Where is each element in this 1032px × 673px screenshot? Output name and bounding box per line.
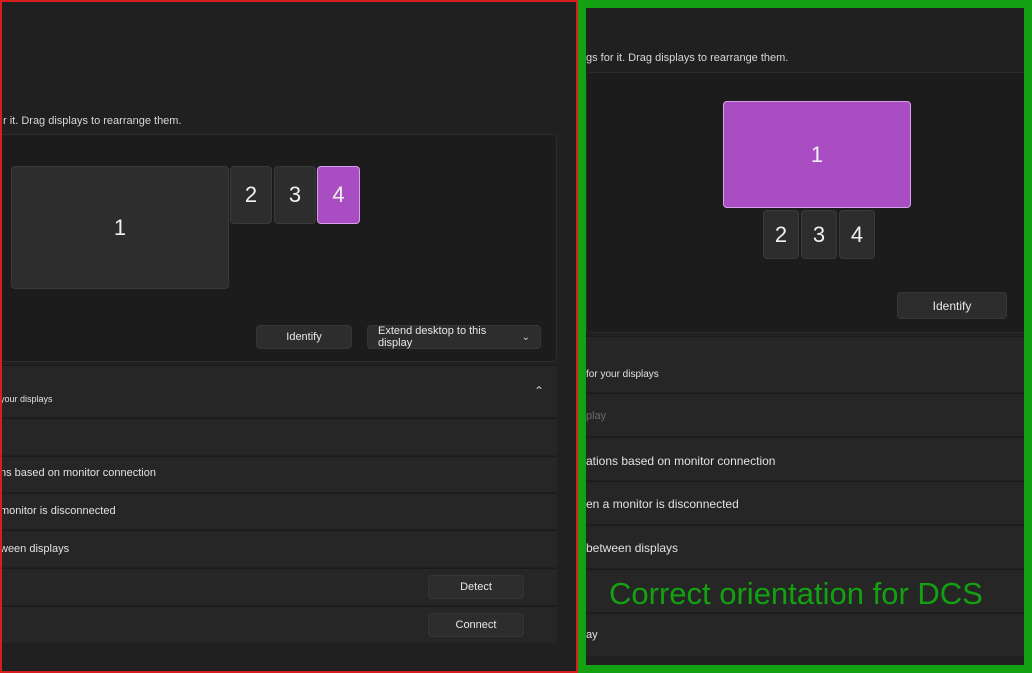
monitor-2[interactable]: 2	[230, 166, 272, 224]
monitor-4-label: 4	[850, 221, 864, 247]
setting-row-label: ns based on monitor connection	[0, 467, 156, 479]
monitor-2[interactable]: 2	[763, 210, 799, 259]
setting-row-ease-cursor[interactable]: ween displays	[0, 530, 557, 567]
arrange-description: gs for it. Drag displays to rearrange th…	[586, 52, 789, 64]
monitor-3[interactable]: 3	[274, 166, 316, 224]
setting-row-connect[interactable]: ay	[586, 613, 1024, 656]
multiple-displays-header[interactable]: for your displays	[586, 336, 1024, 392]
detect-button[interactable]: Detect	[428, 575, 524, 599]
chevron-down-icon: ⌄	[521, 331, 530, 343]
setting-row-remember-locations[interactable]: ns based on monitor connection	[0, 456, 557, 492]
chevron-up-icon[interactable]: ⌃	[534, 384, 544, 398]
dropdown-value: Extend desktop to this display	[378, 325, 487, 349]
setting-row-label: ay	[586, 629, 598, 641]
setting-row-remember-locations[interactable]: ations based on monitor connection	[586, 437, 1024, 480]
display-arrangement-card: 1 2 3 4 Identify	[586, 72, 1032, 333]
monitor-1[interactable]: 1	[11, 166, 229, 289]
section-header-label: for your displays	[586, 369, 659, 380]
monitor-4-label: 4	[332, 182, 345, 207]
multiple-displays-header[interactable]: your displays ⌃	[0, 365, 557, 417]
setting-row-minimize-windows[interactable]: en a monitor is disconnected	[586, 481, 1024, 524]
section-header-label: your displays	[0, 394, 53, 404]
monitor-1-label: 1	[113, 214, 127, 240]
setting-row-detect: Detect	[0, 568, 557, 605]
monitor-4[interactable]: 4	[317, 166, 360, 224]
arrange-description: r it. Drag displays to rearrange them.	[3, 115, 182, 127]
setting-row-ease-cursor[interactable]: between displays	[586, 525, 1024, 568]
setting-row-label: monitor is disconnected	[0, 505, 116, 517]
display-arrangement-card: 1 2 3 4 Identify Extend desktop to this …	[0, 134, 557, 362]
setting-row-1[interactable]	[0, 418, 557, 455]
identify-button[interactable]: Identify	[897, 292, 1007, 319]
setting-row-connect: Connect	[0, 606, 557, 643]
setting-row-label: ations based on monitor connection	[586, 454, 776, 468]
setting-row-minimize-windows[interactable]: monitor is disconnected	[0, 493, 557, 529]
identify-button[interactable]: Identify	[256, 325, 352, 349]
setting-row-label: en a monitor is disconnected	[586, 497, 739, 511]
annotation-text: Correct orientation for DCS	[609, 576, 983, 611]
monitor-3[interactable]: 3	[801, 210, 837, 259]
monitor-2-label: 2	[774, 221, 788, 247]
monitor-2-label: 2	[244, 182, 258, 207]
monitor-3-label: 3	[812, 221, 826, 247]
setting-row-label: between displays	[586, 541, 679, 555]
monitor-3-label: 3	[288, 182, 302, 207]
right-screenshot-panel: gs for it. Drag displays to rearrange th…	[578, 0, 1032, 673]
extend-desktop-dropdown[interactable]: Extend desktop to this display ⌄	[367, 325, 541, 349]
monitor-1[interactable]: 1	[723, 101, 911, 208]
connect-button[interactable]: Connect	[428, 613, 524, 637]
monitor-1-label: 1	[810, 141, 824, 167]
setting-row-1[interactable]: play	[586, 393, 1024, 436]
setting-row-label: play	[586, 410, 607, 422]
setting-row-label: ween displays	[0, 543, 70, 555]
left-screenshot-panel: r it. Drag displays to rearrange them. 1…	[0, 0, 578, 673]
monitor-4[interactable]: 4	[839, 210, 875, 259]
